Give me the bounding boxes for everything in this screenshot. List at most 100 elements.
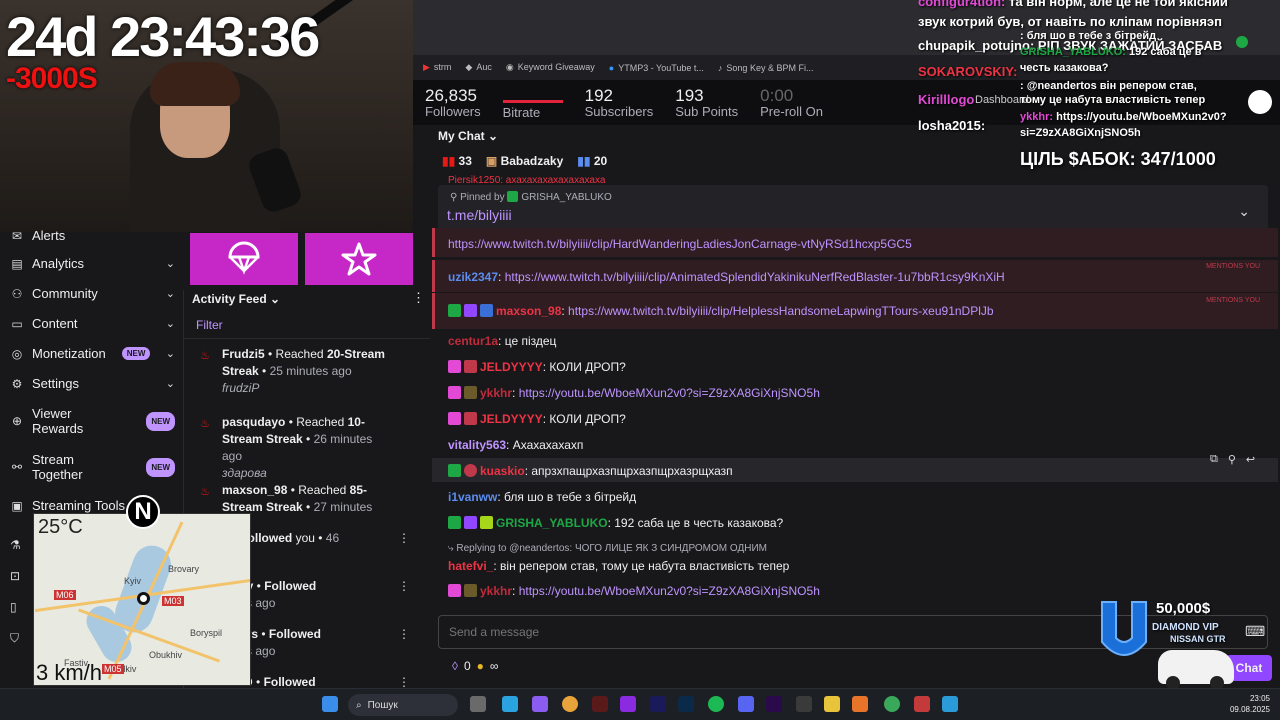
avatar[interactable] bbox=[1248, 90, 1272, 114]
folder-icon[interactable] bbox=[824, 696, 840, 712]
kebab-icon[interactable]: ⋮ bbox=[398, 530, 410, 547]
verified-badge-icon bbox=[448, 304, 461, 317]
bookmark-item[interactable]: ◆ Auc bbox=[465, 62, 491, 73]
bookmark-item[interactable]: ♪ Song Key & BPM Fi... bbox=[718, 63, 814, 73]
chat-message[interactable]: centur1a: це піздец bbox=[448, 334, 556, 348]
chevron-down-icon[interactable]: ⌄ bbox=[1238, 203, 1250, 220]
chat-message[interactable]: vitality563: Ахахахахахп bbox=[448, 438, 583, 452]
reply-icon[interactable]: ↩ bbox=[1246, 453, 1255, 466]
new-badge: NEW bbox=[146, 411, 175, 431]
copy-icon[interactable]: ⧉ bbox=[1210, 453, 1218, 466]
taskbar-app-icon[interactable] bbox=[852, 696, 868, 712]
taskbar-app-icon[interactable] bbox=[796, 696, 812, 712]
chat-message[interactable]: JELDYYYY: КОЛИ ДРОП? bbox=[448, 360, 626, 374]
twitch-icon[interactable] bbox=[620, 696, 636, 712]
overlay-chat-line: честь казакова? bbox=[1020, 62, 1109, 74]
discord-icon[interactable] bbox=[738, 696, 754, 712]
telegram-icon[interactable] bbox=[502, 696, 518, 712]
chat-message[interactable]: JELDYYYY: КОЛИ ДРОП? bbox=[448, 412, 626, 426]
chat-message[interactable]: ykkhr: https://youtu.be/WboeMXun2v0?si=Z… bbox=[448, 584, 820, 598]
sidebar-item-viewer-rewards[interactable]: ⊕ Viewer Rewards NEW bbox=[10, 406, 175, 436]
rewards-icon: ⊕ bbox=[11, 413, 23, 428]
x-badge-icon bbox=[464, 360, 477, 373]
chat-message[interactable]: hatefvi_: він репером став, тому це набу… bbox=[448, 559, 789, 573]
chevron-down-icon: ⌄ bbox=[165, 348, 175, 360]
figure-badge-icon bbox=[464, 386, 477, 399]
monetization-icon: ◎ bbox=[11, 346, 23, 361]
viewer-count: ▮▮ 33 bbox=[442, 154, 472, 168]
extensions-icon[interactable]: ⚗ bbox=[10, 530, 21, 561]
puzzle-icon[interactable]: ⊡ bbox=[10, 561, 21, 592]
shield-icon[interactable]: ⛉ bbox=[10, 623, 21, 654]
kebab-icon[interactable]: ⋮ bbox=[412, 290, 425, 306]
pinned-link[interactable]: t.me/bilyiiii bbox=[447, 207, 512, 223]
figure-badge-icon bbox=[464, 584, 477, 597]
feed-item[interactable]: ♨ Frudzi5 • Reached 20-Stream Streak • 2… bbox=[184, 346, 420, 397]
pinned-by: ⚲ Pinned by GRISHA_YABLUKO bbox=[450, 191, 612, 203]
overlay-chat-line: losha2015: bbox=[918, 118, 986, 133]
chat-message[interactable]: GRISHA_YABLUKO: 192 саба це в честь каза… bbox=[448, 516, 783, 530]
media-encoder-icon[interactable] bbox=[650, 696, 666, 712]
quick-action-ad-tile[interactable] bbox=[190, 233, 298, 285]
chrome-icon[interactable] bbox=[884, 696, 900, 712]
emote-picker-icon[interactable]: ⌨ bbox=[1245, 623, 1265, 640]
chat-message[interactable]: kuaskio: апрзхпащрхазпщрхазпщрхазрщхазп bbox=[448, 464, 733, 478]
feed-item[interactable]: ♨ pasqudayo • Reached 10-Stream Streak •… bbox=[184, 414, 420, 482]
bookmark-item[interactable]: ▶ strm bbox=[423, 62, 451, 73]
taskbar-app-icon[interactable] bbox=[942, 696, 958, 712]
message-actions: ⧉ ⚲ ↩ bbox=[1210, 453, 1255, 466]
taskbar-search[interactable]: ⌕ Пошук bbox=[348, 694, 458, 716]
sidebar-item-monetization[interactable]: ◎ Monetization NEW ⌄ bbox=[10, 346, 175, 361]
content-icon: ▭ bbox=[11, 316, 23, 331]
kebab-icon[interactable]: ⋮ bbox=[398, 578, 410, 595]
spotify-icon[interactable] bbox=[708, 696, 724, 712]
heart-badge-icon bbox=[448, 386, 461, 399]
bitrate-graph bbox=[502, 99, 563, 103]
host-info: ▣ Babadzaky bbox=[485, 154, 564, 168]
sidebar-item-stream-together[interactable]: ⚯ Stream Together NEW bbox=[10, 452, 175, 482]
community-icon: ⚇ bbox=[11, 286, 23, 301]
sidebar-item-alerts[interactable]: ✉ Alerts bbox=[10, 228, 175, 243]
dashboard-link[interactable]: Dashboard bbox=[975, 94, 1029, 106]
bookmark-item[interactable]: ● YTMP3 - YouTube t... bbox=[609, 63, 704, 73]
feed-filter-button[interactable]: Filter bbox=[196, 318, 223, 332]
subathon-timer: 24d 23:43:36 bbox=[6, 5, 320, 68]
channel-points[interactable]: ◊ 0 ● ∞ bbox=[452, 659, 498, 673]
taskbar-clock[interactable]: 23:05 09.08.2025 bbox=[1230, 693, 1270, 715]
overlay-chat-line: : бля шо в тебе з бітрейд bbox=[1020, 30, 1157, 42]
chat-message[interactable]: ykkhr: https://youtu.be/WboeMXun2v0?si=Z… bbox=[448, 386, 820, 400]
taskbar-app-icon[interactable] bbox=[470, 696, 486, 712]
overlay-chat-line: GRISHA_YABLUKO: 192 саба це в bbox=[1020, 46, 1202, 58]
secondary-count: ▮▮ 20 bbox=[577, 154, 608, 168]
book-icon[interactable]: ▯ bbox=[10, 592, 21, 623]
chat-title[interactable]: My Chat ⌄ bbox=[438, 129, 498, 143]
sidebar-item-settings[interactable]: ⚙ Settings ⌄ bbox=[10, 376, 175, 391]
photoshop-icon[interactable] bbox=[678, 696, 694, 712]
divider bbox=[184, 338, 431, 339]
stat-bitrate: Bitrate bbox=[502, 86, 563, 120]
gps-map-widget: 25°C Kyiv Brovary Boryspil Vasylkiv Obuk… bbox=[33, 513, 251, 686]
windows-start-icon[interactable] bbox=[322, 696, 338, 712]
bookmark-item[interactable]: ◉ Keyword Giveaway bbox=[506, 62, 595, 73]
sidebar-item-analytics[interactable]: ▤ Analytics ⌄ bbox=[10, 256, 175, 271]
quick-action-highlight-tile[interactable] bbox=[305, 233, 413, 285]
premiere-icon[interactable] bbox=[766, 696, 782, 712]
activity-feed-title[interactable]: Activity Feed ⌄ bbox=[192, 292, 280, 306]
map-temperature: 25°C bbox=[38, 516, 83, 538]
pin-icon[interactable]: ⚲ bbox=[1228, 453, 1236, 466]
sidebar-collapsed-icons: ⚗ ⊡ ▯ ⛉ bbox=[10, 530, 21, 654]
illustrator-icon[interactable] bbox=[592, 696, 608, 712]
chrome-icon[interactable] bbox=[562, 696, 578, 712]
sidebar-item-content[interactable]: ▭ Content ⌄ bbox=[10, 316, 175, 331]
stat-followers: 26,835 Followers bbox=[425, 85, 481, 119]
chat-message[interactable]: https://www.twitch.tv/bilyiiii/clip/Hard… bbox=[448, 237, 912, 251]
chat-message[interactable]: i1vanww: бля шо в тебе з бітрейд bbox=[448, 490, 636, 504]
chat-message[interactable]: uzik2347: https://www.twitch.tv/bilyiiii… bbox=[448, 270, 1005, 284]
kebab-icon[interactable]: ⋮ bbox=[398, 626, 410, 643]
sidebar-item-community[interactable]: ⚇ Community ⌄ bbox=[10, 286, 175, 301]
taskbar-app-icon[interactable] bbox=[914, 696, 930, 712]
chat-message[interactable]: maxson_98: https://www.twitch.tv/bilyiii… bbox=[448, 304, 994, 318]
chat-info-bar: ▮▮ 33 ▣ Babadzaky ▮▮ 20 bbox=[442, 154, 607, 168]
map-label: Boryspil bbox=[190, 628, 223, 638]
taskbar-app-icon[interactable] bbox=[532, 696, 548, 712]
